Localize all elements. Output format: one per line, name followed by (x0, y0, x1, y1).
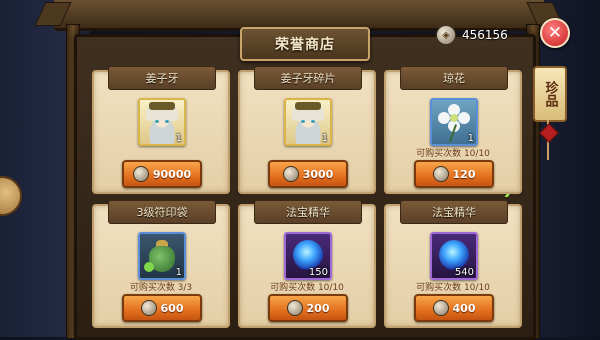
shop-title-plate: 荣誉商店 (240, 27, 370, 61)
purchase-limit: 可购买次数 10/10 (416, 149, 490, 159)
item-quantity: 1 (175, 133, 182, 144)
shop-item-card[interactable]: 法宝精华 150 可购买次数 10/10 200 (238, 200, 376, 328)
item-price: 3000 (302, 167, 334, 181)
honor-coin-icon (282, 166, 299, 182)
item-name: 姜子牙碎片 (254, 66, 362, 90)
buy-button[interactable]: 120 (414, 160, 494, 188)
item-price: 200 (306, 301, 330, 315)
item-name: 法宝精华 (254, 200, 362, 224)
purchase-limit: 可购买次数 10/10 (416, 283, 490, 293)
item-icon-bag[interactable]: 1 (138, 232, 186, 280)
buy-button[interactable]: 600 (122, 294, 202, 322)
item-icon-character[interactable]: 1 (138, 98, 186, 146)
close-icon: ✕ (547, 23, 563, 43)
item-icon-essence[interactable]: 150 (284, 232, 332, 280)
currency-amount: 456156 (462, 28, 508, 42)
item-quantity: 1 (467, 133, 474, 144)
honor-coin-icon: ◈ (436, 25, 456, 45)
shop-title: 荣誉商店 (275, 37, 335, 53)
item-name: 琼花 (400, 66, 508, 90)
item-price: 90000 (152, 167, 192, 181)
item-name: 法宝精华 (400, 200, 508, 224)
honor-coin-icon (132, 166, 149, 182)
purchase-limit: 可购买次数 3/3 (129, 283, 193, 293)
shop-item-card[interactable]: 姜子牙 1 90000 (92, 66, 230, 194)
shop-item-card[interactable]: 法宝精华 540 可购买次数 10/10 400 (384, 200, 522, 328)
currency-display: ◈ 456156 (436, 24, 508, 46)
honor-coin-icon (286, 300, 303, 316)
item-price: 600 (160, 301, 184, 315)
shop-item-card[interactable]: 琼花 1 可购买次数 10/10 120 (384, 66, 522, 194)
item-quantity: 540 (454, 267, 474, 278)
purchase-limit: 可购买次数 10/10 (270, 283, 344, 293)
honor-coin-icon (432, 166, 449, 182)
item-quantity: 1 (321, 133, 328, 144)
buy-button[interactable]: 90000 (122, 160, 202, 188)
item-icon-flower[interactable]: 1 (430, 98, 478, 146)
item-name: 姜子牙 (108, 66, 216, 90)
buy-button[interactable]: 400 (414, 294, 494, 322)
buy-button[interactable]: 200 (268, 294, 348, 322)
treasure-tab[interactable]: 珍品 (533, 66, 567, 122)
item-price: 400 (452, 301, 476, 315)
shop-item-card[interactable]: 姜子牙碎片 1 3000 (238, 66, 376, 194)
item-name: 3级符印袋 (108, 200, 216, 224)
honor-coin-icon (432, 300, 449, 316)
item-price: 120 (452, 167, 476, 181)
buy-button[interactable]: 3000 (268, 160, 348, 188)
item-icon-essence[interactable]: 540 (430, 232, 478, 280)
shop-item-card[interactable]: 3级符印袋 1 可购买次数 3/3 600 (92, 200, 230, 328)
item-icon-fragment[interactable]: 1 (284, 98, 332, 146)
item-quantity: 1 (175, 267, 182, 278)
honor-coin-icon (140, 300, 157, 316)
close-button[interactable]: ✕ (540, 18, 570, 48)
treasure-tab-label: 珍品 (542, 81, 558, 107)
item-quantity: 150 (308, 267, 328, 278)
